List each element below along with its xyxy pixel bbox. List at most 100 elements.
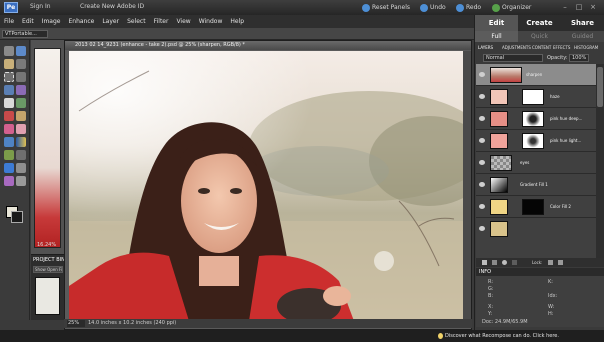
tab-share[interactable]: Share xyxy=(561,15,604,31)
tab-create[interactable]: Create xyxy=(518,15,561,31)
magic-wand-tool-icon[interactable] xyxy=(16,85,26,95)
subtab-guided[interactable]: Guided xyxy=(561,31,604,42)
menu-layer[interactable]: Layer xyxy=(102,18,119,25)
menu-filter[interactable]: Filter xyxy=(154,18,169,25)
new-group-icon[interactable] xyxy=(492,260,497,265)
menu-view[interactable]: View xyxy=(176,18,190,25)
move-tool-icon[interactable] xyxy=(4,46,14,56)
layer-thumbnail xyxy=(490,89,508,105)
hand-tool-icon[interactable] xyxy=(4,59,14,69)
visibility-eye-icon[interactable] xyxy=(479,72,485,77)
menu-image[interactable]: Image xyxy=(42,18,61,25)
maximize-button[interactable]: □ xyxy=(574,2,584,12)
layer-row[interactable]: sharpen xyxy=(476,64,596,86)
app-logo-icon: Pe xyxy=(4,2,18,13)
layer-name: Color Fill 2 xyxy=(550,204,571,209)
layer-mask-thumbnail xyxy=(522,89,544,105)
tab-edit[interactable]: Edit xyxy=(475,15,518,31)
eyedropper-tool-icon[interactable] xyxy=(16,59,26,69)
redo-icon xyxy=(456,3,464,12)
menu-select[interactable]: Select xyxy=(127,18,146,25)
visibility-eye-icon[interactable] xyxy=(479,116,485,121)
quick-selection-tool-icon[interactable] xyxy=(4,85,14,95)
info-idx: Idx: xyxy=(548,293,558,299)
undo-button[interactable]: Undo xyxy=(420,2,446,13)
show-open-files-dropdown[interactable]: Show Open Files xyxy=(33,266,63,273)
secondary-document-preview[interactable] xyxy=(34,48,61,248)
visibility-eye-icon[interactable] xyxy=(479,160,485,165)
brush-tool-icon[interactable] xyxy=(4,124,14,134)
recompose-tip-link[interactable]: Discover what Recompose can do. Click he… xyxy=(445,333,559,339)
visibility-eye-icon[interactable] xyxy=(479,226,485,231)
red-eye-tool-icon[interactable] xyxy=(4,111,14,121)
menu-enhance[interactable]: Enhance xyxy=(68,18,94,25)
document-title: 2013 02 14_9231 (enhance - take 2).psd @… xyxy=(65,41,471,50)
opacity-field[interactable]: 100% xyxy=(569,54,589,62)
paint-bucket-tool-icon[interactable] xyxy=(4,137,14,147)
organizer-button[interactable]: Organizer xyxy=(492,2,531,13)
vertical-scrollbar[interactable] xyxy=(463,51,471,321)
create-id-link[interactable]: Create New Adobe ID xyxy=(80,3,144,10)
blend-mode-dropdown[interactable]: Normal xyxy=(483,54,543,62)
layer-row[interactable]: Gradient Fill 1 xyxy=(476,174,596,196)
subtab-quick[interactable]: Quick xyxy=(518,31,561,42)
visibility-eye-icon[interactable] xyxy=(479,138,485,143)
info-w: W: xyxy=(548,304,555,310)
tool-preset-dropdown[interactable]: VTPortable... xyxy=(2,30,48,38)
panel-tab-layers[interactable]: LAYERS xyxy=(478,44,493,52)
clone-stamp-tool-icon[interactable] xyxy=(16,163,26,173)
info-b: B: xyxy=(488,293,494,299)
layer-row[interactable]: pink hue light... xyxy=(476,130,596,152)
panel-tab-adjustments[interactable]: ADJUSTMENTS xyxy=(502,44,531,52)
straighten-tool-icon[interactable] xyxy=(16,176,26,186)
redo-button[interactable]: Redo xyxy=(456,2,481,13)
layer-row[interactable]: pink hue deep... xyxy=(476,108,596,130)
layer-thumbnail xyxy=(490,133,508,149)
project-bin-thumbnail[interactable] xyxy=(35,277,60,315)
layer-row[interactable]: haze xyxy=(476,86,596,108)
scroll-thumb[interactable] xyxy=(597,67,603,107)
marquee-tool-icon[interactable] xyxy=(4,72,14,82)
panel-tab-content[interactable]: CONTENT xyxy=(532,44,551,52)
menu-help[interactable]: Help xyxy=(230,18,244,25)
panel-tab-effects[interactable]: EFFECTS xyxy=(553,44,570,52)
menu-edit[interactable]: Edit xyxy=(22,18,34,25)
visibility-eye-icon[interactable] xyxy=(479,204,485,209)
sponge-tool-icon[interactable] xyxy=(4,163,14,173)
crop-tool-icon[interactable] xyxy=(16,98,26,108)
healing-brush-tool-icon[interactable] xyxy=(16,111,26,121)
layers-scrollbar[interactable] xyxy=(596,64,604,258)
delete-layer-icon[interactable] xyxy=(512,260,517,265)
eraser-tool-icon[interactable] xyxy=(16,124,26,134)
subtab-full[interactable]: Full xyxy=(475,31,518,42)
layer-mask-thumbnail xyxy=(522,111,544,127)
layer-name: eyes xyxy=(520,160,530,165)
layer-row[interactable] xyxy=(476,218,596,240)
menu-window[interactable]: Window xyxy=(199,18,223,25)
minimize-button[interactable]: – xyxy=(560,2,570,12)
lock-all-icon[interactable] xyxy=(558,260,563,265)
visibility-eye-icon[interactable] xyxy=(479,94,485,99)
lasso-tool-icon[interactable] xyxy=(16,72,26,82)
panel-tab-histogram[interactable]: HISTOGRAM xyxy=(574,44,598,52)
zoom-tool-icon[interactable] xyxy=(16,46,26,56)
photo-canvas[interactable] xyxy=(69,51,463,321)
opacity-label: Opacity: xyxy=(547,55,568,61)
adjustment-layer-icon[interactable] xyxy=(502,260,507,265)
layer-row[interactable]: Color Fill 2 xyxy=(476,196,596,218)
reset-panels-button[interactable]: Reset Panels xyxy=(362,2,410,13)
gradient-tool-icon[interactable] xyxy=(16,137,26,147)
lock-transparency-icon[interactable] xyxy=(548,260,553,265)
zoom-field[interactable]: 25% xyxy=(67,320,85,327)
visibility-eye-icon[interactable] xyxy=(479,182,485,187)
shape-tool-icon[interactable] xyxy=(4,150,14,160)
blur-tool-icon[interactable] xyxy=(16,150,26,160)
background-color-swatch[interactable] xyxy=(11,211,23,223)
new-layer-icon[interactable] xyxy=(482,260,487,265)
close-button[interactable]: × xyxy=(588,2,598,12)
pencil-tool-icon[interactable] xyxy=(4,176,14,186)
layer-row[interactable]: eyes xyxy=(476,152,596,174)
type-tool-icon[interactable] xyxy=(4,98,14,108)
menu-file[interactable]: File xyxy=(4,18,14,25)
signin-link[interactable]: Sign In xyxy=(30,3,51,10)
